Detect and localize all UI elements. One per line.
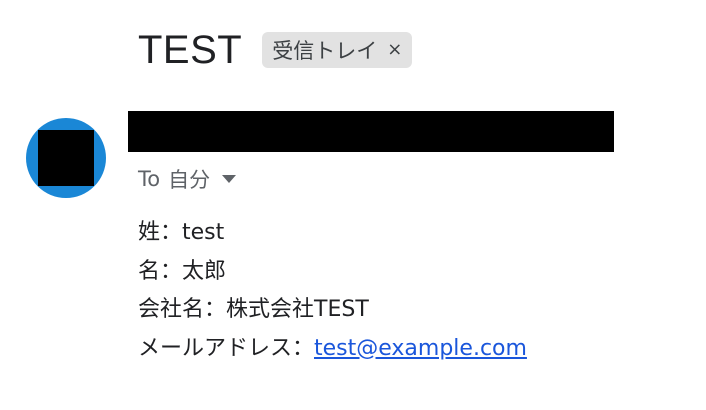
email-view: TEST 受信トレイ × To 自分 姓：test 名：太郎 会社名：株式会社T…: [0, 0, 706, 410]
recipient-details-toggle[interactable]: To 自分: [138, 164, 237, 194]
field-label: 名：: [138, 258, 183, 284]
redaction-block: [38, 130, 94, 186]
chevron-down-icon[interactable]: [222, 175, 237, 183]
sender-name-redaction: [128, 111, 614, 152]
body-line-first-name: 名：太郎: [138, 253, 527, 292]
field-value: 株式会社TEST: [226, 297, 369, 322]
field-label: メールアドレス：: [138, 335, 315, 361]
field-value: test: [182, 220, 225, 245]
email-link[interactable]: test@example.com: [314, 336, 527, 361]
body-line-last-name: 姓：test: [138, 214, 527, 253]
body-line-email: メールアドレス：test@example.com: [138, 330, 527, 369]
close-icon[interactable]: ×: [387, 41, 402, 59]
field-label: 姓：: [138, 220, 183, 245]
label-chip-text: 受信トレイ: [272, 39, 378, 63]
field-label: 会社名：: [138, 297, 227, 322]
to-label: To: [138, 167, 161, 191]
subject-header: TEST 受信トレイ ×: [138, 26, 413, 74]
body-line-company: 会社名：株式会社TEST: [138, 291, 527, 330]
email-body: 姓：test 名：太郎 会社名：株式会社TEST メールアドレス：test@ex…: [138, 214, 527, 368]
email-subject: TEST: [138, 28, 243, 72]
label-chip-inbox[interactable]: 受信トレイ ×: [262, 32, 413, 68]
field-value: 太郎: [182, 258, 227, 284]
recipient-name: 自分: [168, 168, 211, 192]
avatar[interactable]: [26, 118, 106, 198]
